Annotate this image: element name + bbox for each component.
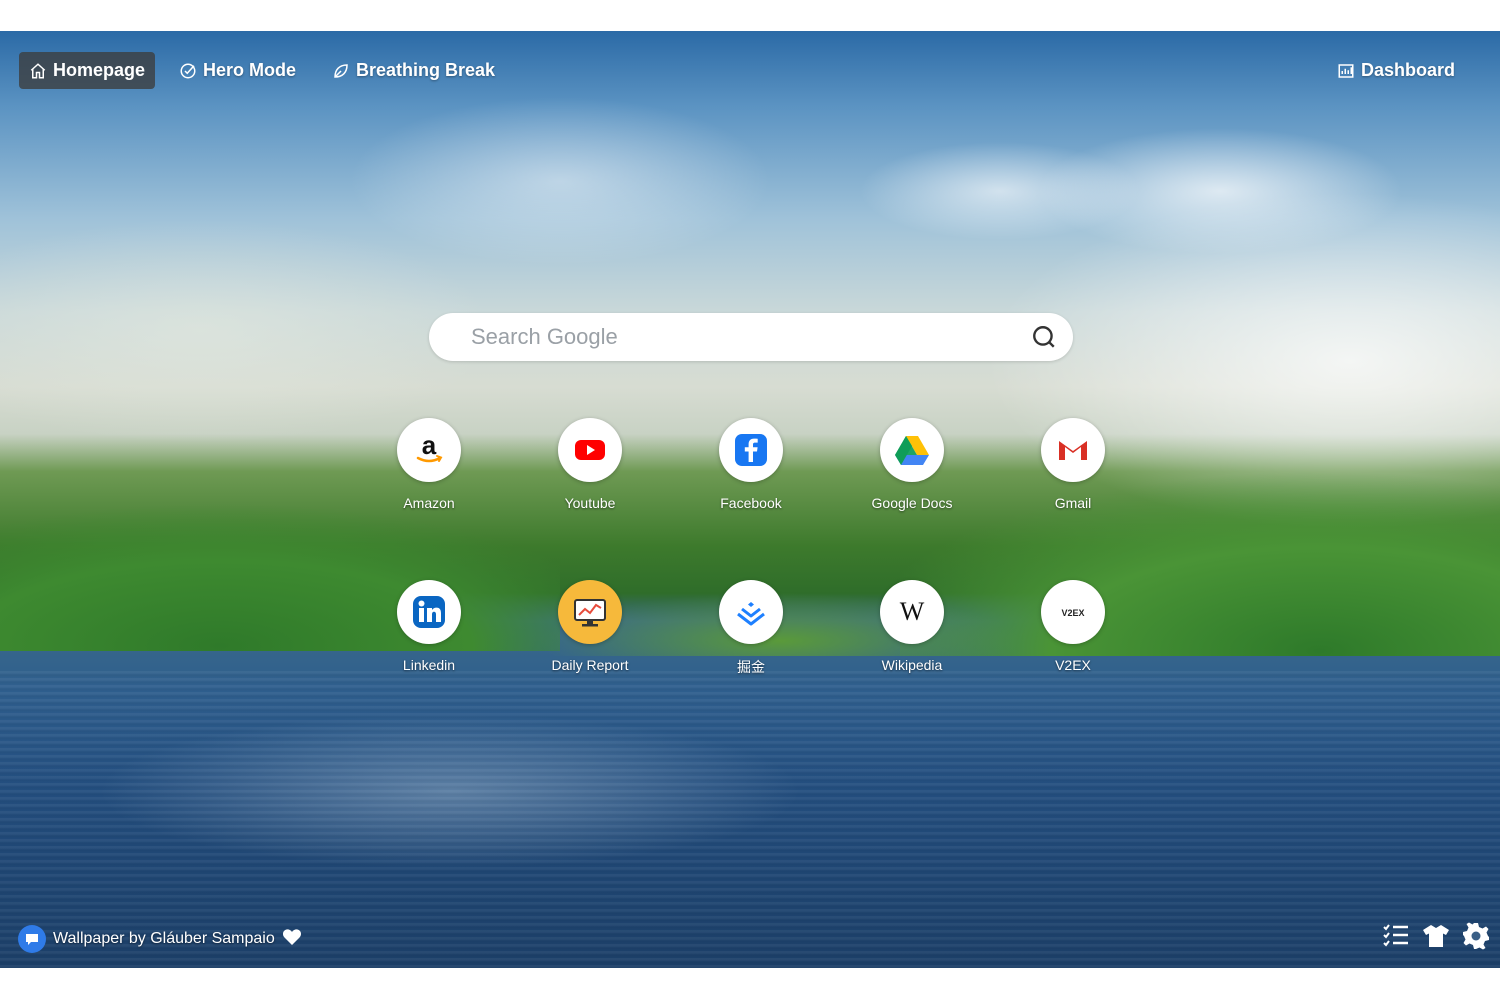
home-icon [30,62,46,78]
nav-dashboard-label: Dashboard [1361,60,1456,80]
shortcut-linkedin[interactable]: Linkedin [369,580,489,680]
youtube-icon [558,418,622,482]
nav-dashboard[interactable]: Dashboard [1327,52,1465,89]
google-drive-icon [880,418,944,482]
bar-chart-icon [1338,63,1354,78]
search-icon [1033,326,1055,348]
shortcut-youtube[interactable]: Youtube [530,418,650,518]
wallpaper-credit[interactable]: Wallpaper by Gláuber Sampaio [18,924,302,954]
wikipedia-icon: W [880,580,944,644]
nav-hero-mode-label: Hero Mode [203,60,297,80]
search-button[interactable] [1029,322,1059,352]
shortcut-label: 掘金 [737,659,765,675]
facebook-icon [719,418,783,482]
shortcut-label: Gmail [1054,495,1092,511]
heart-icon[interactable] [282,928,302,951]
shortcut-gmail[interactable]: Gmail [1013,418,1133,518]
shortcut-label: Youtube [564,495,616,511]
nav-breathing-break[interactable]: Breathing Break [322,52,505,89]
juejin-icon [719,580,783,644]
shortcut-label: V2EX [1055,657,1091,673]
search-bar [429,313,1073,361]
shortcut-label: Amazon [403,495,455,511]
nav-homepage[interactable]: Homepage [19,52,156,89]
checklist-icon[interactable] [1382,921,1410,951]
gmail-icon [1041,418,1105,482]
chat-bubble-icon [18,925,46,953]
shortcut-daily-report[interactable]: Daily Report [530,580,650,680]
gear-icon[interactable] [1462,921,1490,951]
shortcut-label: Daily Report [551,657,629,673]
linkedin-icon [397,580,461,644]
nav-homepage-label: Homepage [53,60,146,80]
wallpaper-credit-text: Wallpaper by Gláuber Sampaio [53,930,275,947]
v2ex-icon: V2EX [1041,580,1105,644]
nav-breathing-break-label: Breathing Break [356,60,496,80]
shortcut-facebook[interactable]: Facebook [691,418,811,518]
shortcut-wikipedia[interactable]: W Wikipedia [852,580,972,680]
shortcut-google-docs[interactable]: Google Docs [852,418,972,518]
footer-tools [1382,921,1490,951]
tshirt-icon[interactable] [1422,921,1450,951]
wikipedia-logo-letter: W [900,597,925,626]
shortcut-label: Linkedin [402,657,456,673]
nav-hero-mode[interactable]: Hero Mode [169,52,306,89]
shortcut-juejin[interactable]: 掘金 [691,580,811,680]
amazon-icon: a [397,418,461,482]
shortcut-label: Facebook [720,495,782,511]
shortcut-label: Wikipedia [881,657,943,673]
v2ex-logo-text: V2EX [1061,608,1084,618]
leaf-icon [334,63,348,78]
wallpaper: Homepage Hero Mode Breathing Break Dashb… [0,31,1500,968]
shortcut-v2ex[interactable]: V2EX V2EX [1013,580,1133,680]
compass-check-icon [180,63,196,78]
shortcut-amazon[interactable]: a Amazon [369,418,489,518]
shortcut-label: Google Docs [871,495,953,511]
monitor-chart-icon [558,580,622,644]
amazon-logo-letter: a [422,430,437,460]
search-input[interactable] [469,323,1029,351]
